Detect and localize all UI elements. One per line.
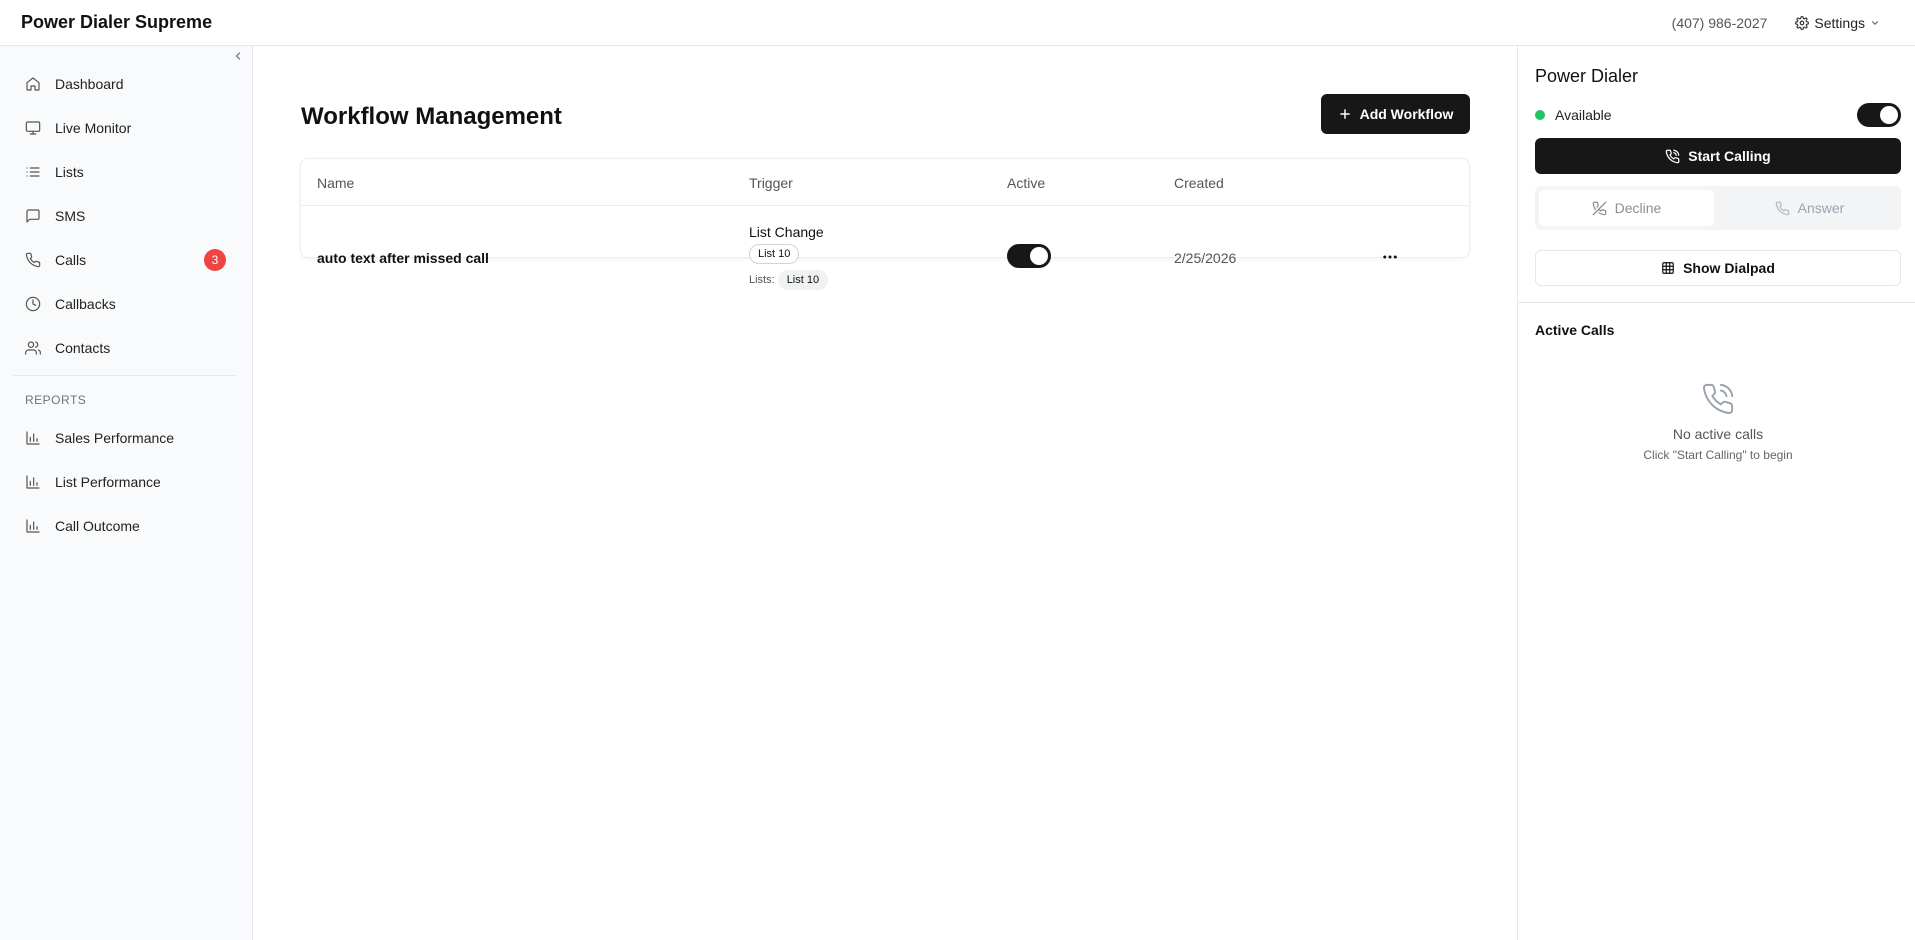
phone-off-icon <box>1592 201 1607 216</box>
page-title: Workflow Management <box>301 103 562 130</box>
bar-chart-icon <box>25 518 41 534</box>
table-row[interactable]: auto text after missed call List Change … <box>301 206 1469 311</box>
top-bar-right: (407) 986-2027 Settings <box>1672 15 1880 31</box>
list-tag: List 10 <box>777 270 829 290</box>
trigger-type: List Change <box>749 224 824 240</box>
sidebar: Dashboard Live Monitor Lists SMS Calls 3… <box>0 46 253 940</box>
show-dialpad-label: Show Dialpad <box>1683 260 1775 276</box>
plus-icon <box>1338 107 1352 121</box>
sidebar-divider <box>13 375 236 376</box>
answer-label: Answer <box>1797 200 1845 216</box>
empty-state: No active calls Click "Start Calling" to… <box>1535 382 1901 462</box>
sidebar-item-label: Calls <box>55 252 87 268</box>
add-workflow-button[interactable]: Add Workflow <box>1321 94 1470 134</box>
empty-state-title: No active calls <box>1672 426 1764 442</box>
chevron-down-icon <box>1870 18 1880 28</box>
workflow-created-date: 2/25/2026 <box>1174 250 1237 266</box>
workflow-name: auto text after missed call <box>317 250 489 266</box>
phone-number: (407) 986-2027 <box>1671 14 1768 31</box>
clock-icon <box>25 296 41 312</box>
status-dot <box>1535 110 1545 120</box>
lists-label: Lists: <box>749 274 775 286</box>
settings-label: Settings <box>1814 14 1865 31</box>
add-workflow-label: Add Workflow <box>1359 106 1454 122</box>
sidebar-item-sales-performance[interactable]: Sales Performance <box>13 416 236 460</box>
decline-label: Decline <box>1614 200 1662 216</box>
message-icon <box>25 208 41 224</box>
decline-button[interactable]: Decline <box>1539 190 1714 226</box>
phone-call-icon <box>1701 382 1735 416</box>
bar-chart-icon <box>25 430 41 446</box>
column-header-trigger: Trigger <box>749 175 793 191</box>
table-header: Name Trigger Active Created <box>301 159 1469 206</box>
phone-call-icon <box>1665 149 1680 164</box>
status-row: Available <box>1535 102 1901 128</box>
panel-divider <box>1518 302 1915 303</box>
column-header-name: Name <box>317 175 355 191</box>
sidebar-item-label: Call Outcome <box>55 518 140 534</box>
bar-chart-icon <box>25 474 41 490</box>
sidebar-item-contacts[interactable]: Contacts <box>13 326 236 370</box>
sidebar-item-dashboard[interactable]: Dashboard <box>13 62 236 106</box>
column-header-active: Active <box>1007 175 1046 191</box>
start-calling-label: Start Calling <box>1688 148 1771 164</box>
sidebar-item-label: Live Monitor <box>55 120 132 136</box>
users-icon <box>25 340 41 356</box>
sidebar-item-label: Contacts <box>55 340 111 356</box>
column-header-created: Created <box>1174 175 1224 191</box>
workflow-table: Name Trigger Active Created auto text af… <box>300 158 1470 290</box>
sidebar-item-live-monitor[interactable]: Live Monitor <box>13 106 236 150</box>
trigger-list-tag: List 10 <box>749 244 800 264</box>
reports-heading: REPORTS <box>25 393 87 407</box>
sidebar-item-calls[interactable]: Calls 3 <box>13 238 236 282</box>
phone-icon <box>1775 201 1790 216</box>
status-text: Available <box>1555 107 1612 123</box>
toggle-knob <box>1030 247 1048 265</box>
start-calling-button[interactable]: Start Calling <box>1535 138 1901 174</box>
sidebar-item-label: Sales Performance <box>55 430 175 446</box>
active-calls-title: Active Calls <box>1535 322 1615 338</box>
top-bar: Power Dialer Supreme (407) 986-2027 Sett… <box>0 0 1915 46</box>
dialer-title: Power Dialer <box>1535 66 1639 86</box>
sidebar-item-list-performance[interactable]: List Performance <box>13 460 236 504</box>
grid-icon <box>1661 261 1675 275</box>
sidebar-item-label: Lists <box>55 164 84 180</box>
sidebar-nav: Dashboard Live Monitor Lists SMS Calls 3… <box>13 62 236 548</box>
app-title: Power Dialer Supreme <box>21 12 213 32</box>
availability-toggle[interactable] <box>1857 103 1901 127</box>
workflow-active-toggle[interactable] <box>1007 244 1051 268</box>
workflow-trigger: List Change List 10 Lists: List 10 <box>749 224 829 290</box>
sidebar-item-call-outcome[interactable]: Call Outcome <box>13 504 236 548</box>
settings-button[interactable]: Settings <box>1795 15 1880 31</box>
sidebar-item-label: Callbacks <box>55 296 116 312</box>
call-actions: Decline Answer <box>1535 186 1901 230</box>
show-dialpad-button[interactable]: Show Dialpad <box>1535 250 1901 286</box>
list-icon <box>25 164 41 180</box>
empty-state-subtitle: Click "Start Calling" to begin <box>1643 448 1793 462</box>
dialer-panel: Power Dialer Available Start Calling Dec… <box>1517 46 1915 940</box>
answer-button[interactable]: Answer <box>1722 190 1897 226</box>
sidebar-item-label: List Performance <box>55 474 161 490</box>
lists-line: Lists: List 10 <box>749 270 829 290</box>
sidebar-item-sms[interactable]: SMS <box>13 194 236 238</box>
home-icon <box>25 76 41 92</box>
sidebar-item-label: Dashboard <box>55 76 124 92</box>
more-options-icon[interactable] <box>1381 248 1399 266</box>
phone-icon <box>25 252 41 268</box>
calls-count-badge: 3 <box>204 249 226 271</box>
main-content: Workflow Management Add Workflow Name Tr… <box>254 46 1517 940</box>
sidebar-item-label: SMS <box>55 208 86 224</box>
sidebar-item-lists[interactable]: Lists <box>13 150 236 194</box>
monitor-icon <box>25 120 41 136</box>
toggle-knob <box>1880 106 1898 124</box>
sidebar-item-callbacks[interactable]: Callbacks <box>13 282 236 326</box>
gear-icon <box>1795 15 1810 30</box>
